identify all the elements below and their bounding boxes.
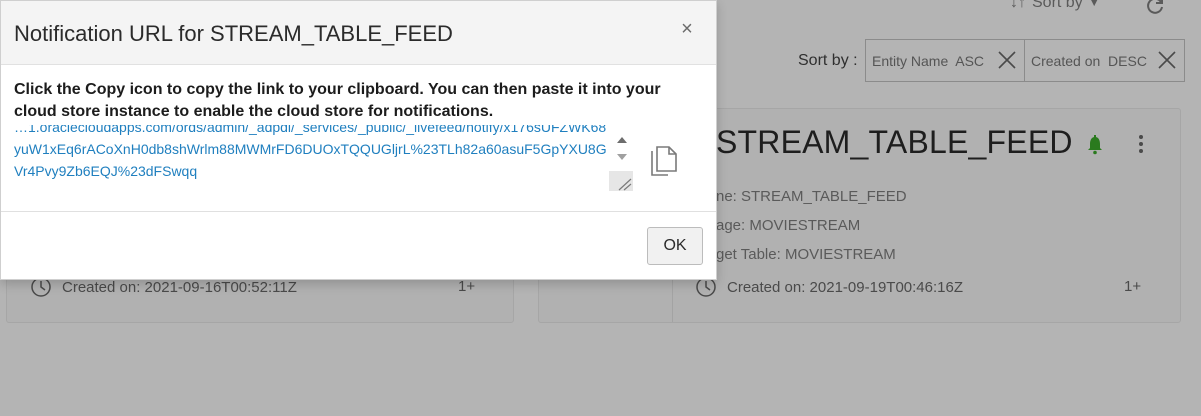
created-on-text: Created on: 2021-09-16T00:52:11Z <box>62 278 297 296</box>
sort-chip-label: Entity Name ASC <box>872 52 985 69</box>
scroll-up-icon[interactable] <box>617 137 627 143</box>
created-on-text: Created on: 2021-09-19T00:46:16Z <box>727 278 963 296</box>
bell-icon[interactable] <box>1086 135 1104 155</box>
remove-sort-icon[interactable] <box>1156 49 1178 71</box>
more-options-icon[interactable] <box>1134 133 1148 155</box>
copy-icon[interactable] <box>649 145 679 179</box>
card-count: 1+ <box>458 278 476 295</box>
dialog-footer-divider <box>1 211 716 212</box>
dialog-instructions: Click the Copy icon to copy the link to … <box>14 81 661 120</box>
sort-menu[interactable]: ↓↑ Sort by ▼ <box>1010 0 1100 12</box>
sort-menu-label: Sort by <box>1032 0 1083 11</box>
sort-order-icon: ↓↑ <box>1010 0 1026 11</box>
card-target-table: get Table: MOVIESTREAM <box>716 246 896 263</box>
notification-url-dialog: Notification URL for STREAM_TABLE_FEED ×… <box>0 0 717 280</box>
ok-button[interactable]: OK <box>647 227 703 265</box>
chevron-down-icon: ▼ <box>1088 0 1100 9</box>
card-title: STREAM_TABLE_FEED <box>716 124 1073 160</box>
remove-sort-icon[interactable] <box>996 49 1018 71</box>
card-created: Created on: 2021-09-19T00:46:16Z <box>695 276 963 298</box>
notification-url-text[interactable]: …1.oraclecloudapps.com/ords/admin/_adpdi… <box>14 125 608 182</box>
top-toolbar: ↓↑ Sort by ▼ <box>716 0 1201 22</box>
scroll-down-icon[interactable] <box>617 154 627 160</box>
card-name: ne: STREAM_TABLE_FEED <box>716 188 907 205</box>
card-count: 1+ <box>1124 278 1142 295</box>
close-icon[interactable]: × <box>677 19 697 39</box>
sort-chip-label: Created on DESC <box>1031 52 1147 69</box>
notification-url-textarea[interactable]: …1.oraclecloudapps.com/ords/admin/_adpdi… <box>14 125 634 192</box>
sort-chip-created-on[interactable]: Created on DESC <box>1024 39 1185 82</box>
refresh-icon[interactable] <box>1144 0 1166 16</box>
textarea-scrollbar[interactable] <box>608 135 634 192</box>
sort-chip-entity-name[interactable]: Entity Name ASC <box>865 39 1025 82</box>
card-stage: age: MOVIESTREAM <box>716 217 861 234</box>
dialog-header: Notification URL for STREAM_TABLE_FEED × <box>1 1 716 65</box>
resize-handle-icon[interactable] <box>609 171 633 191</box>
dialog-title: Notification URL for STREAM_TABLE_FEED <box>14 21 453 46</box>
sort-by-label: Sort by : <box>798 52 858 69</box>
